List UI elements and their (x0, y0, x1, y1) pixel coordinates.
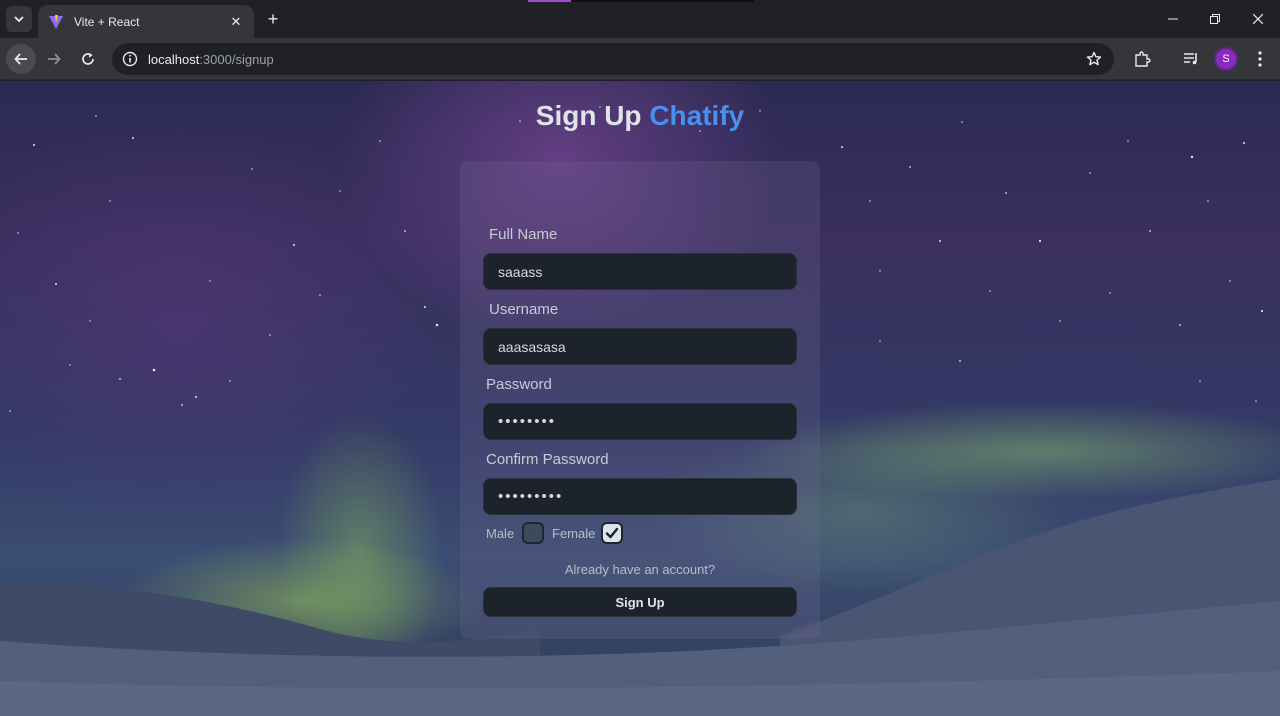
back-button[interactable] (6, 44, 36, 74)
full-name-label: Full Name (489, 226, 558, 243)
vite-logo-icon (49, 14, 63, 29)
address-bar[interactable]: localhost:3000/signup (112, 43, 1114, 75)
female-checkbox[interactable] (601, 522, 623, 544)
info-icon[interactable] (122, 51, 138, 67)
new-tab-button[interactable]: + (262, 8, 284, 30)
bookmark-star-icon[interactable] (1086, 51, 1102, 67)
browser-menu-button[interactable] (1250, 49, 1270, 69)
brand-name: Chatify (649, 100, 745, 131)
username-label: Username (489, 301, 559, 318)
female-label: Female (552, 526, 596, 541)
title-text: Sign Up (535, 100, 642, 131)
page-viewport (0, 81, 1280, 716)
puzzle-icon (1135, 51, 1151, 67)
restore-button[interactable] (1194, 0, 1236, 38)
arrow-left-icon (14, 53, 27, 65)
male-checkbox[interactable] (522, 522, 544, 544)
checkmark-icon (605, 527, 619, 539)
male-label: Male (486, 526, 515, 541)
login-link[interactable]: Already have an account? (460, 562, 820, 577)
close-icon (1253, 14, 1263, 24)
full-name-input[interactable]: saaass (483, 253, 797, 290)
browser-toolbar: localhost:3000/signup S (0, 38, 1280, 80)
url-path: :3000/signup (199, 51, 274, 67)
media-indicator (528, 0, 754, 2)
confirm-password-label: Confirm Password (486, 451, 609, 468)
url-host: localhost (148, 51, 200, 67)
password-input[interactable]: •••••••• (483, 403, 797, 440)
chevron-down-icon (14, 16, 24, 23)
password-label: Password (486, 376, 552, 393)
arrow-right-icon (48, 53, 61, 65)
tab-bar: Vite + React ✕ + (0, 0, 1280, 38)
forward-button[interactable] (39, 44, 69, 74)
tab-search-button[interactable] (6, 6, 32, 32)
reload-icon (82, 53, 94, 65)
close-window-button[interactable] (1237, 0, 1279, 38)
extensions-button[interactable] (1132, 49, 1152, 69)
tab-title: Vite + React (74, 14, 140, 29)
browser-tab[interactable]: Vite + React ✕ (38, 5, 254, 38)
media-controls-button[interactable] (1181, 49, 1201, 69)
profile-avatar[interactable]: S (1214, 47, 1238, 71)
confirm-password-input[interactable]: ••••••••• (483, 478, 797, 515)
playlist-icon (1184, 53, 1197, 65)
username-input[interactable]: aaasasasa (483, 328, 797, 365)
page-title: Sign Up Chatify (0, 100, 1280, 132)
kebab-menu-icon (1258, 51, 1262, 67)
minimize-button[interactable] (1152, 0, 1194, 38)
close-tab-icon[interactable]: ✕ (228, 14, 244, 30)
media-progress-fill (528, 0, 571, 2)
reload-button[interactable] (73, 44, 103, 74)
restore-icon (1210, 14, 1220, 24)
minimize-icon (1168, 18, 1178, 20)
signup-button[interactable]: Sign Up (483, 587, 797, 617)
